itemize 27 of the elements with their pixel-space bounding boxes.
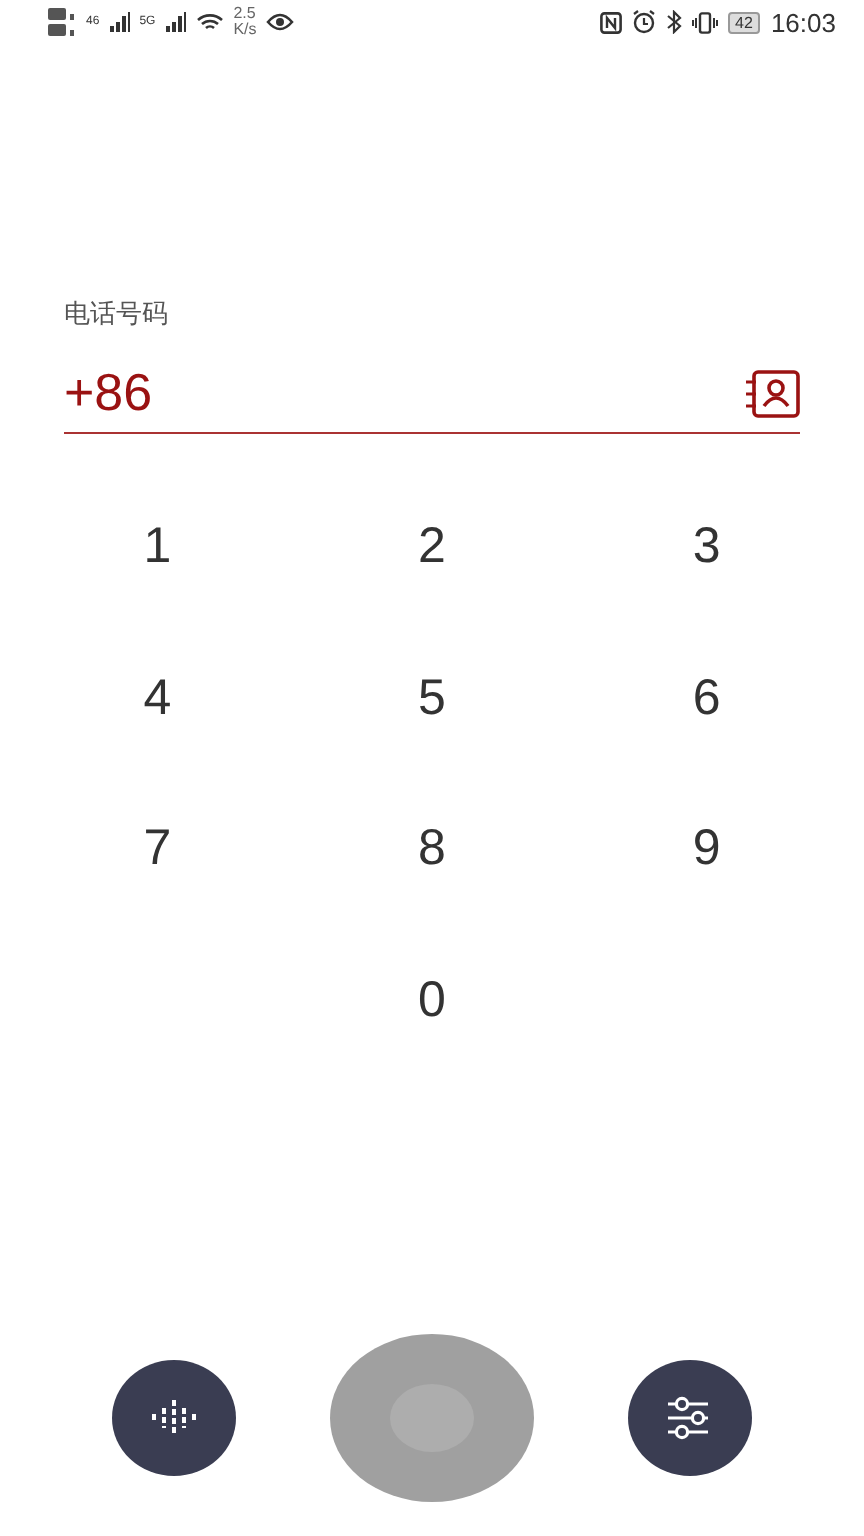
signal-icon [109, 12, 130, 32]
nfc-icon [599, 11, 622, 33]
vibrate-icon [691, 11, 718, 33]
dial-key[interactable]: 8 [351, 798, 512, 901]
dial-key[interactable]: 7 [77, 798, 238, 901]
battery-level: 42 [727, 11, 761, 33]
dial-key[interactable]: 4 [77, 647, 238, 750]
dial-key[interactable]: 9 [626, 798, 787, 901]
dial-key[interactable]: 3 [626, 496, 787, 599]
speed-value: 2.5 [233, 6, 257, 22]
dial-key[interactable]: 0 [351, 949, 512, 1052]
bluetooth-icon [665, 10, 682, 34]
hd-icon [48, 6, 76, 38]
eye-icon [266, 12, 295, 32]
field-label: 电话号码 [64, 296, 168, 332]
phone-number-field[interactable]: +86 [64, 354, 800, 434]
speed-unit: K/s [233, 22, 257, 38]
waveform-icon [148, 1398, 200, 1438]
clock-time: 16:03 [770, 7, 836, 37]
dial-key[interactable]: 5 [351, 647, 512, 750]
wifi-icon [195, 12, 224, 32]
alarm-icon [631, 10, 656, 34]
dial-key[interactable]: 6 [626, 647, 787, 750]
contact-card-icon[interactable] [744, 369, 800, 417]
dial-key[interactable]: 2 [351, 496, 512, 599]
dial-key[interactable]: 1 [77, 496, 238, 599]
signal-icon [165, 12, 186, 32]
